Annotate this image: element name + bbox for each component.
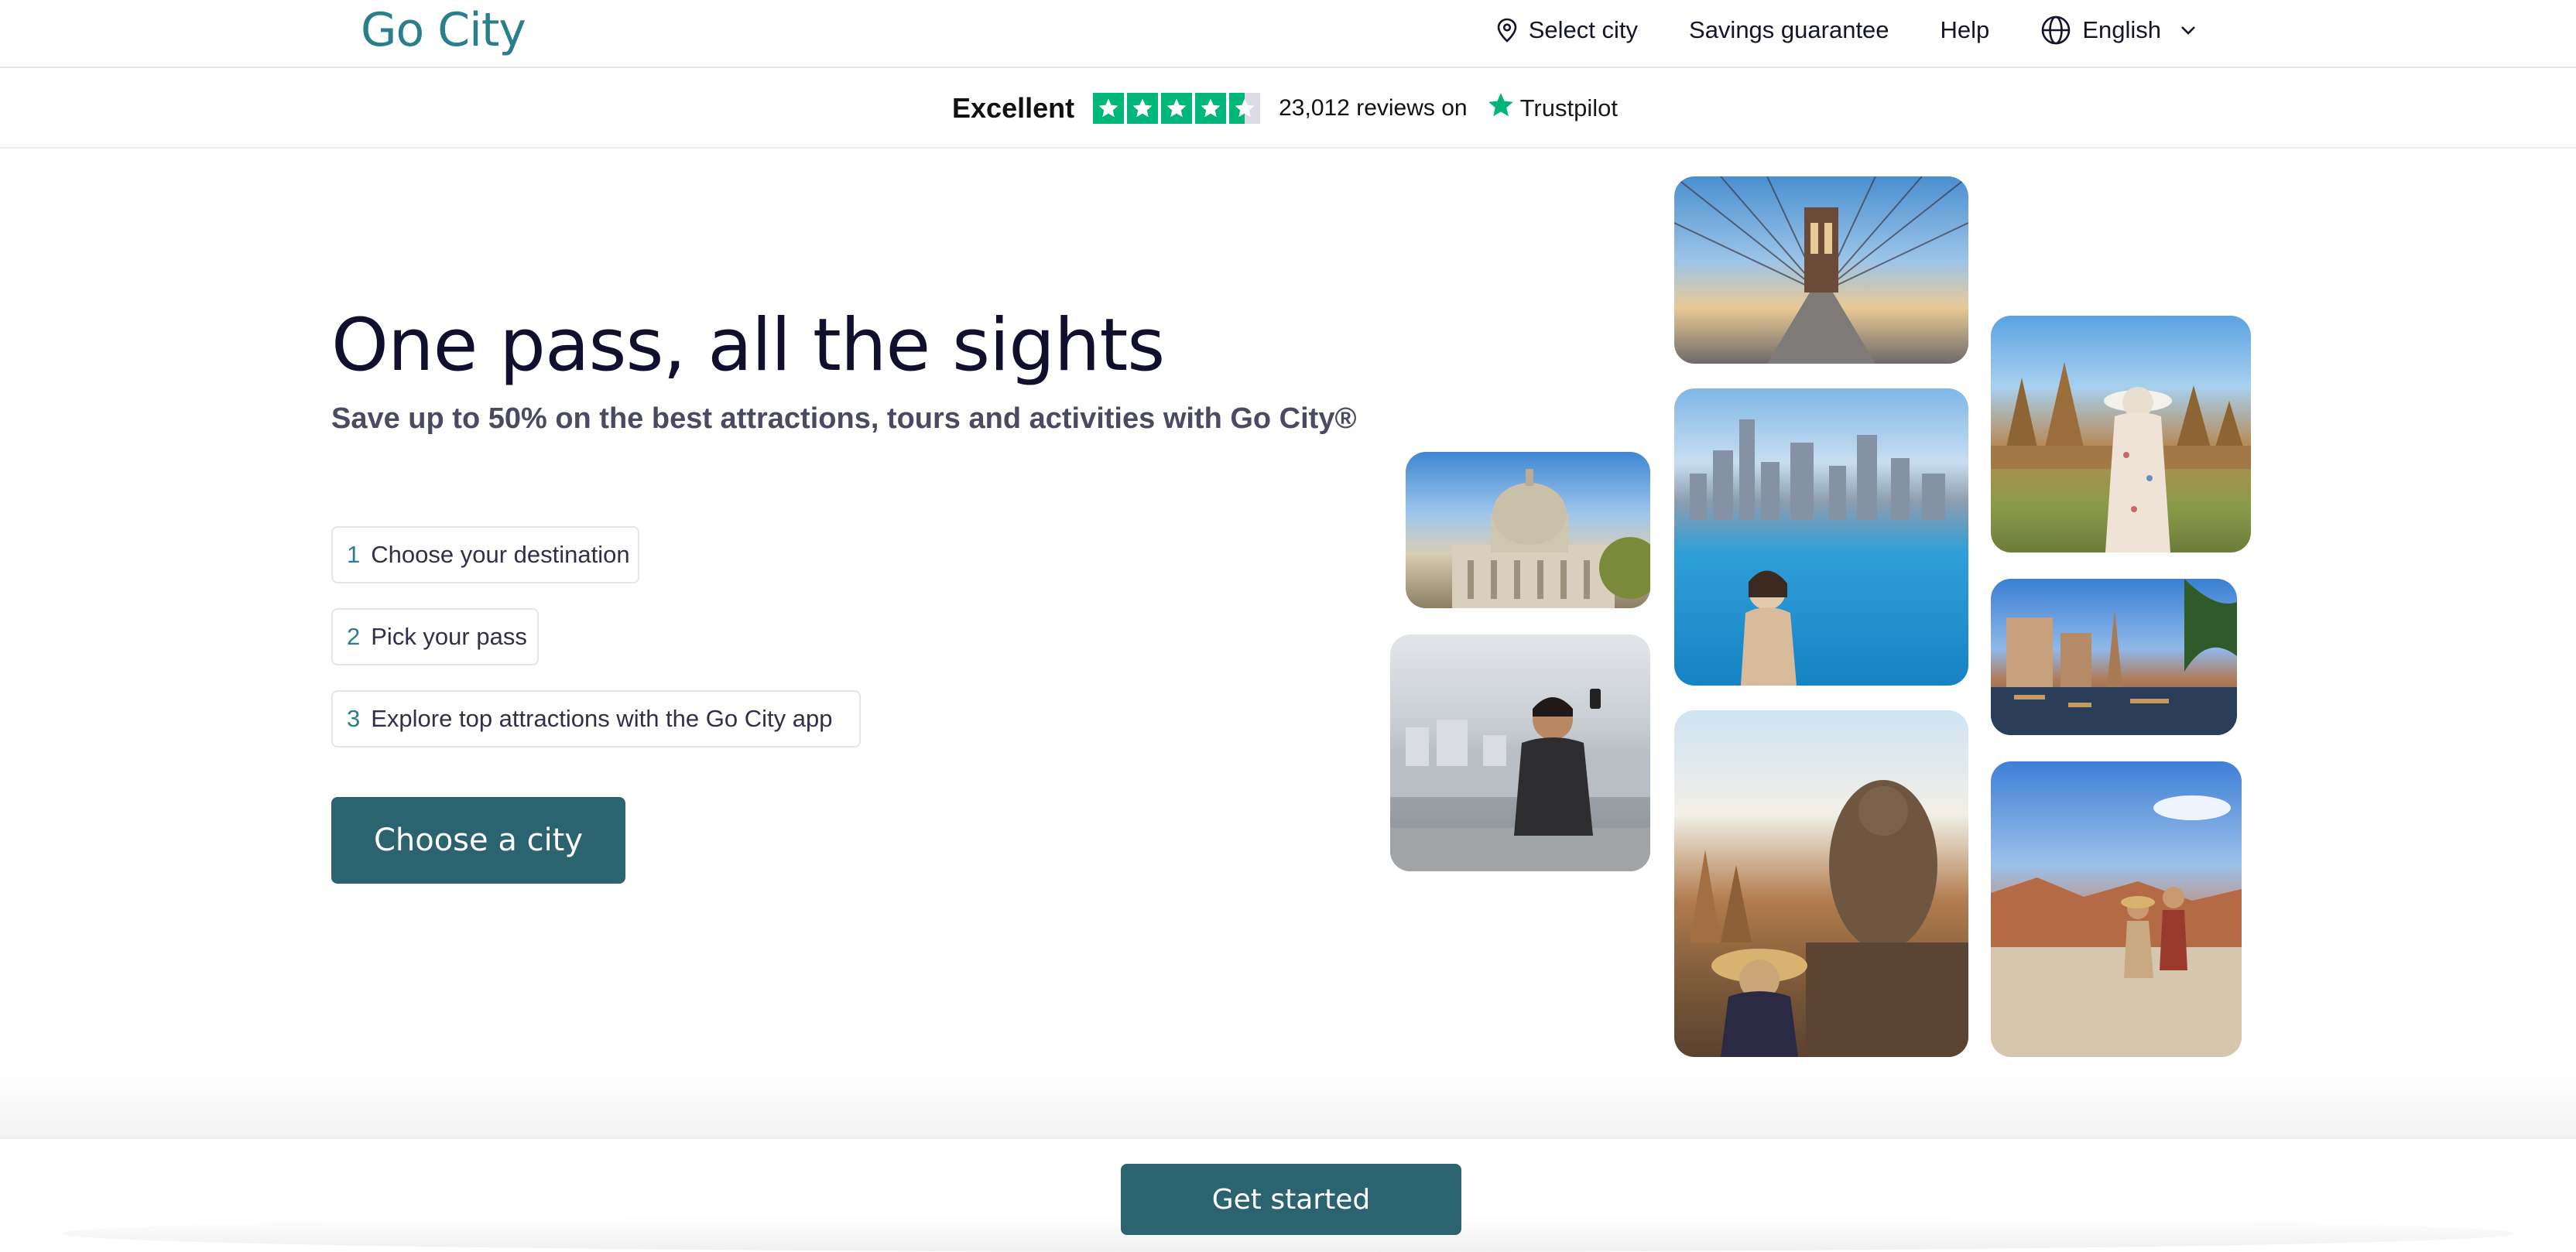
- city-skyline-lake-photo: [1674, 388, 1968, 686]
- select-city-link[interactable]: Select city: [1496, 16, 1638, 44]
- logo-text: Go City: [361, 3, 526, 57]
- choose-city-button[interactable]: Choose a city: [331, 797, 625, 884]
- trustpilot-bar: Excellent 23,012 reviews on Trustpilot: [0, 70, 2576, 149]
- step-item: 1 Choose your destination: [331, 526, 639, 583]
- resort-waterfront-photo: [1991, 579, 2237, 735]
- bottom-fade: [0, 1068, 2576, 1139]
- temple-traveler-photo: [1991, 316, 2251, 552]
- hero-subtitle: Save up to 50% on the best attractions, …: [331, 402, 1357, 435]
- chevron-down-icon: [2180, 25, 2197, 36]
- location-pin-icon: [1496, 18, 1518, 43]
- step-item: 3 Explore top attractions with the Go Ci…: [331, 690, 861, 747]
- trustpilot-stars: [1093, 93, 1261, 124]
- selfie-traveler-photo: [1390, 635, 1650, 871]
- trustpilot-rating-word: Excellent: [952, 92, 1075, 124]
- get-started-button[interactable]: Get started: [1121, 1164, 1461, 1235]
- help-label: Help: [1940, 16, 1990, 43]
- step-number: 1: [347, 541, 361, 568]
- language-selector[interactable]: English: [2040, 15, 2197, 46]
- savings-guarantee-label: Savings guarantee: [1689, 16, 1889, 43]
- star-icon: [1093, 93, 1125, 124]
- trustpilot-review-text: 23,012 reviews on: [1279, 95, 1468, 121]
- language-label: English: [2082, 16, 2161, 43]
- step-label: Explore top attractions with the Go City…: [371, 705, 833, 732]
- top-navigation: Go City Select city Savings guarantee He…: [0, 0, 2576, 68]
- select-city-label: Select city: [1528, 16, 1639, 43]
- trustpilot-brand-label: Trustpilot: [1519, 94, 1618, 121]
- star-icon: [1127, 93, 1159, 124]
- buddha-statue-traveler-photo: [1674, 710, 1968, 1057]
- canyon-hikers-photo: [1991, 761, 2242, 1057]
- go-city-logo[interactable]: Go City: [361, 3, 526, 57]
- trustpilot-star-icon: [1486, 91, 1516, 126]
- help-link[interactable]: Help: [1941, 16, 1990, 44]
- trustpilot-logo: Trustpilot: [1486, 91, 1618, 126]
- trustpilot-widget[interactable]: Excellent 23,012 reviews on Trustpilot: [952, 91, 1618, 126]
- half-star-icon: [1229, 93, 1261, 124]
- star-icon: [1195, 93, 1227, 124]
- trustpilot-reviews-on: reviews on: [1356, 95, 1468, 121]
- nav-links: Select city Savings guarantee Help Engli…: [1496, 0, 2197, 60]
- step-label: Choose your destination: [371, 541, 630, 568]
- savings-guarantee-link[interactable]: Savings guarantee: [1689, 16, 1889, 44]
- step-number: 2: [347, 623, 361, 650]
- cathedral-dome-photo: [1406, 452, 1650, 608]
- hero-title: One pass, all the sights: [331, 303, 1165, 388]
- star-icon: [1161, 93, 1193, 124]
- step-item: 2 Pick your pass: [331, 608, 539, 665]
- step-label: Pick your pass: [371, 623, 527, 650]
- step-number: 3: [347, 705, 361, 732]
- globe-icon: [2040, 15, 2071, 46]
- trustpilot-review-count: 23,012: [1279, 95, 1350, 121]
- brooklyn-bridge-photo: [1674, 176, 1968, 364]
